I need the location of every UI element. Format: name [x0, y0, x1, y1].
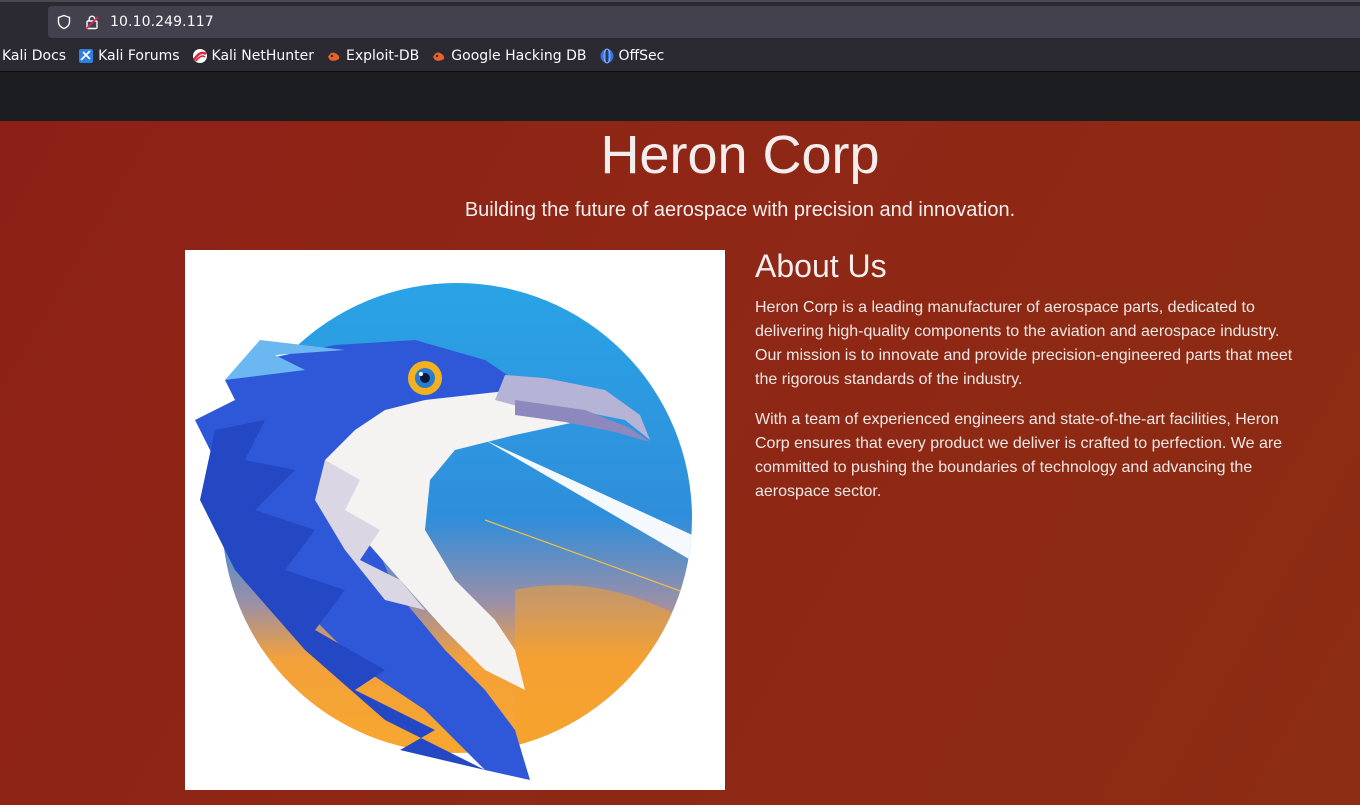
- bookmark-label: Google Hacking DB: [451, 47, 587, 64]
- bookmark-label: Kali NetHunter: [211, 47, 314, 64]
- page-header-strip: [0, 72, 1360, 121]
- bookmark-label: Kali Forums: [98, 47, 180, 64]
- bookmark-kali-nethunter[interactable]: Kali NetHunter: [192, 48, 314, 64]
- page-title: Heron Corp: [600, 125, 880, 185]
- bookmark-label: OffSec: [618, 47, 665, 64]
- heron-corp-page: Heron Corp Building the future of aerosp…: [0, 121, 1360, 805]
- exploit-db-icon: [326, 48, 342, 64]
- bookmark-google-hacking-db[interactable]: Google Hacking DB: [431, 47, 587, 64]
- url-text[interactable]: 10.10.249.117: [110, 14, 214, 30]
- offsec-icon: [599, 48, 615, 64]
- about-paragraph-mission: Heron Corp is a leading manufacturer of …: [755, 299, 1293, 388]
- about-us-heading: About Us: [755, 248, 887, 284]
- kali-forums-icon: [78, 48, 94, 64]
- bookmark-label: Kali Docs: [2, 47, 67, 64]
- bookmark-offsec[interactable]: OffSec: [599, 47, 665, 64]
- kali-nethunter-icon: [192, 48, 208, 64]
- bookmark-kali-docs[interactable]: Kali Docs: [2, 48, 66, 64]
- tracking-protection-shield-icon[interactable]: [56, 14, 72, 30]
- browser-toolbar: 10.10.249.117: [0, 0, 1360, 40]
- bookmark-exploit-db[interactable]: Exploit-DB: [326, 48, 419, 64]
- address-bar[interactable]: 10.10.249.117: [48, 6, 1360, 38]
- bookmark-kali-forums[interactable]: Kali Forums: [78, 47, 180, 64]
- about-paragraph-team: With a team of experienced engineers and…: [755, 411, 1283, 500]
- heron-illustration-icon: [195, 283, 692, 780]
- google-hacking-db-icon: [431, 48, 447, 64]
- page-tagline: Building the future of aerospace with pr…: [464, 199, 1016, 221]
- bookmarks-toolbar: Kali Docs Kali Forums Kali NetHunter Exp…: [0, 40, 1360, 72]
- heron-logo-image: [185, 250, 725, 790]
- insecure-lock-icon[interactable]: [84, 14, 100, 30]
- bookmark-label: Exploit-DB: [345, 47, 420, 64]
